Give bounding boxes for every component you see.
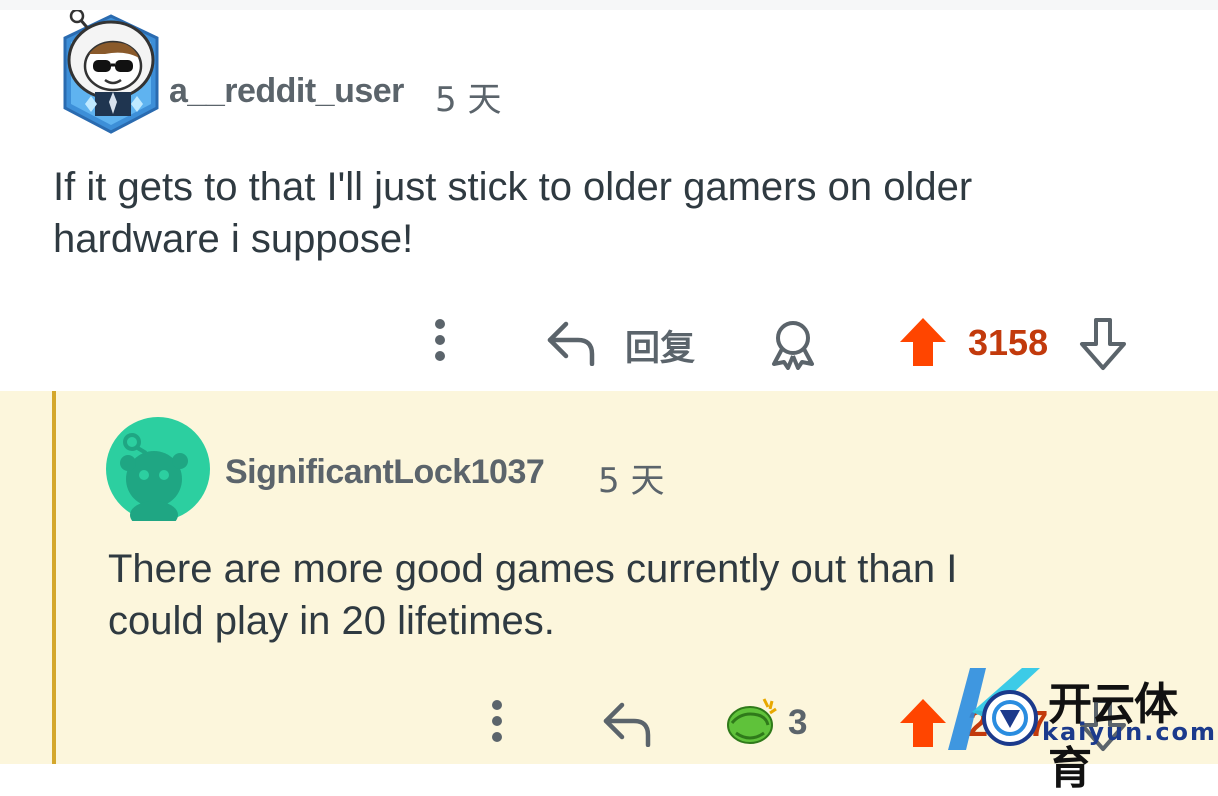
reply-timestamp: 5 天 xyxy=(598,461,665,501)
comment-username[interactable]: a__reddit_user xyxy=(169,72,404,111)
reply-body: There are more good games currently out … xyxy=(108,547,958,643)
watermark-url: kaiyun.com xyxy=(1042,718,1218,746)
comment: a__reddit_user 5 天 If it gets to that I'… xyxy=(0,10,1218,391)
more-options-icon[interactable] xyxy=(485,699,509,747)
award-badge-icon[interactable] xyxy=(722,693,780,751)
reply-button-label[interactable]: 回复 xyxy=(625,320,695,371)
vote-count: 3158 xyxy=(968,322,1049,363)
reply-user-avatar[interactable] xyxy=(106,417,210,521)
more-options-icon[interactable] xyxy=(428,318,452,366)
award-count: 3 xyxy=(788,703,808,742)
top-strip xyxy=(0,0,1218,10)
thread-line[interactable] xyxy=(52,391,56,764)
comment-body: If it gets to that I'll just stick to ol… xyxy=(53,165,973,261)
user-avatar[interactable] xyxy=(55,10,163,138)
watermark-logo-icon xyxy=(948,668,1040,750)
comment-timestamp: 5 天 xyxy=(435,80,502,120)
award-icon[interactable] xyxy=(766,316,820,370)
watermark: 开云体育 kaiyun.com xyxy=(930,660,1218,794)
upvote-arrow-icon[interactable] xyxy=(898,316,948,368)
reply-username[interactable]: SignificantLock1037 xyxy=(225,453,545,492)
downvote-arrow-icon[interactable] xyxy=(1078,316,1128,372)
reply-arrow-icon[interactable] xyxy=(546,318,598,366)
reply-arrow-icon[interactable] xyxy=(602,699,654,747)
